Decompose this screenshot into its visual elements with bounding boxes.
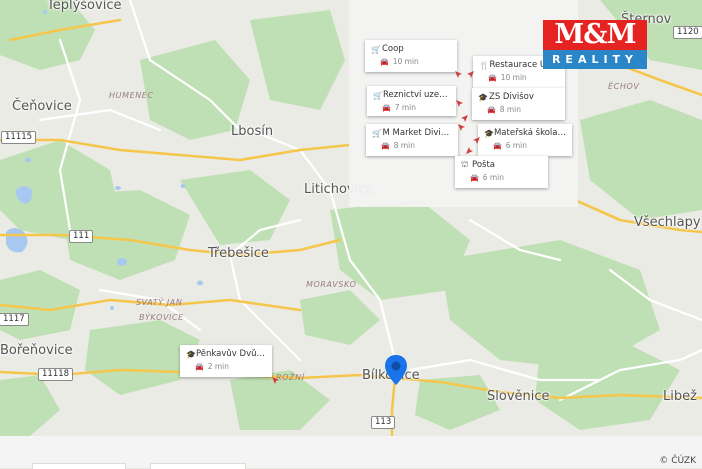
place-label: Čeňovice <box>12 99 72 114</box>
poi-card-posta[interactable]: ⛫ Pošta 🚘 6 min <box>455 156 548 188</box>
poi-travel-time: 2 min <box>207 362 230 371</box>
place-label: Všechlapy <box>634 215 701 230</box>
school-icon: 🎓 <box>478 92 488 102</box>
car-icon: 🚘 <box>488 73 497 82</box>
poi-travel-time: 8 min <box>499 105 522 114</box>
road-number-badge: 11118 <box>38 368 74 381</box>
poi-pointer-icon[interactable] <box>271 376 280 385</box>
cart-icon: 🛒 <box>373 90 383 100</box>
map-tab[interactable] <box>32 463 126 469</box>
car-icon: 🚘 <box>195 362 204 371</box>
location-pin-icon[interactable] <box>383 354 409 386</box>
poi-travel-time: 6 min <box>505 141 528 150</box>
poi-card-zs-divisov[interactable]: 🎓 ZŠ Divišov 🚘 8 min <box>472 88 565 120</box>
car-icon: 🚘 <box>493 141 502 150</box>
region-label: HUMENEC <box>109 91 154 100</box>
logo-mm-text: M&M <box>543 20 647 50</box>
cart-icon: 🛒 <box>371 44 381 54</box>
road-number-badge: 111 <box>69 230 94 243</box>
poi-name: Mateřská škola D... <box>493 128 566 138</box>
poi-name: Pěnkavův Dvůr Ta... <box>195 349 266 359</box>
place-label: Teplýšovice <box>47 0 122 13</box>
road-number-badge: 1120 <box>673 26 702 39</box>
place-label: Bořeňovice <box>0 343 73 358</box>
place-label: Libež <box>663 389 697 404</box>
poi-name: Pošta <box>472 160 495 170</box>
road-number-badge: 1117 <box>0 313 29 326</box>
car-icon: 🚘 <box>380 57 389 66</box>
car-icon: 🚘 <box>470 173 479 182</box>
poi-name: Coop <box>382 44 404 54</box>
post-office-icon: ⛫ <box>461 160 469 169</box>
car-icon: 🚘 <box>382 103 391 112</box>
poi-card-reznictvi[interactable]: 🛒Řeznictví uzenářs... 🚘7 min <box>367 86 456 116</box>
poi-card-penkavuv-dvur[interactable]: 🎓Pěnkavův Dvůr Ta... 🚘2 min <box>180 345 272 377</box>
poi-name: M Market Divišov <box>382 128 452 138</box>
school-icon: 🎓 <box>186 349 196 359</box>
region-label: ROŽNÍ <box>276 373 305 382</box>
region-label: MORAVSKO <box>306 280 357 289</box>
poi-pointer-icon[interactable] <box>454 70 463 79</box>
road-number-badge: 11115 <box>1 131 37 144</box>
poi-pointer-icon[interactable] <box>465 146 474 155</box>
place-label: Slověnice <box>487 389 550 404</box>
place-label: Lbosín <box>231 124 274 139</box>
restaurant-icon: 🍴 <box>479 60 489 70</box>
poi-travel-time: 10 min <box>500 73 527 82</box>
poi-pointer-icon[interactable] <box>460 114 469 123</box>
car-icon: 🚘 <box>487 105 496 114</box>
poi-pointer-icon[interactable] <box>455 99 464 108</box>
map-tab[interactable] <box>150 463 246 469</box>
school-icon: 🎓 <box>484 128 494 138</box>
poi-travel-time: 10 min <box>392 57 419 66</box>
poi-card-m-market[interactable]: 🛒 M Market Divišov 🚘 8 min <box>366 124 458 156</box>
poi-pointer-icon[interactable] <box>457 123 466 132</box>
poi-travel-time: 7 min <box>394 103 417 112</box>
poi-card-materska-skola[interactable]: 🎓Mateřská škola D... 🚘6 min <box>478 124 572 156</box>
poi-name: Řeznictví uzenářs... <box>382 90 450 100</box>
poi-card-coop[interactable]: 🛒 Coop 🚘 10 min <box>365 40 457 72</box>
poi-pointer-icon[interactable] <box>466 70 475 79</box>
poi-pointer-icon[interactable] <box>472 136 481 145</box>
region-label: BÝKOVICE <box>139 313 184 322</box>
road-number-badge: 113 <box>371 416 396 429</box>
poi-travel-time: 6 min <box>482 173 505 182</box>
region-label: SVATÝ JAN <box>136 298 183 307</box>
poi-name: ZŠ Divišov <box>489 92 534 102</box>
copyright-notice: © ČÚZK <box>659 456 696 466</box>
region-label: ĚCHOV <box>608 82 640 91</box>
logo-reality-text: REALITY <box>543 50 647 69</box>
place-label: Třebešice <box>208 246 269 261</box>
mm-reality-logo[interactable]: M&M REALITY <box>543 20 647 69</box>
cart-icon: 🛒 <box>372 128 382 138</box>
poi-travel-time: 8 min <box>393 141 416 150</box>
car-icon: 🚘 <box>381 141 390 150</box>
